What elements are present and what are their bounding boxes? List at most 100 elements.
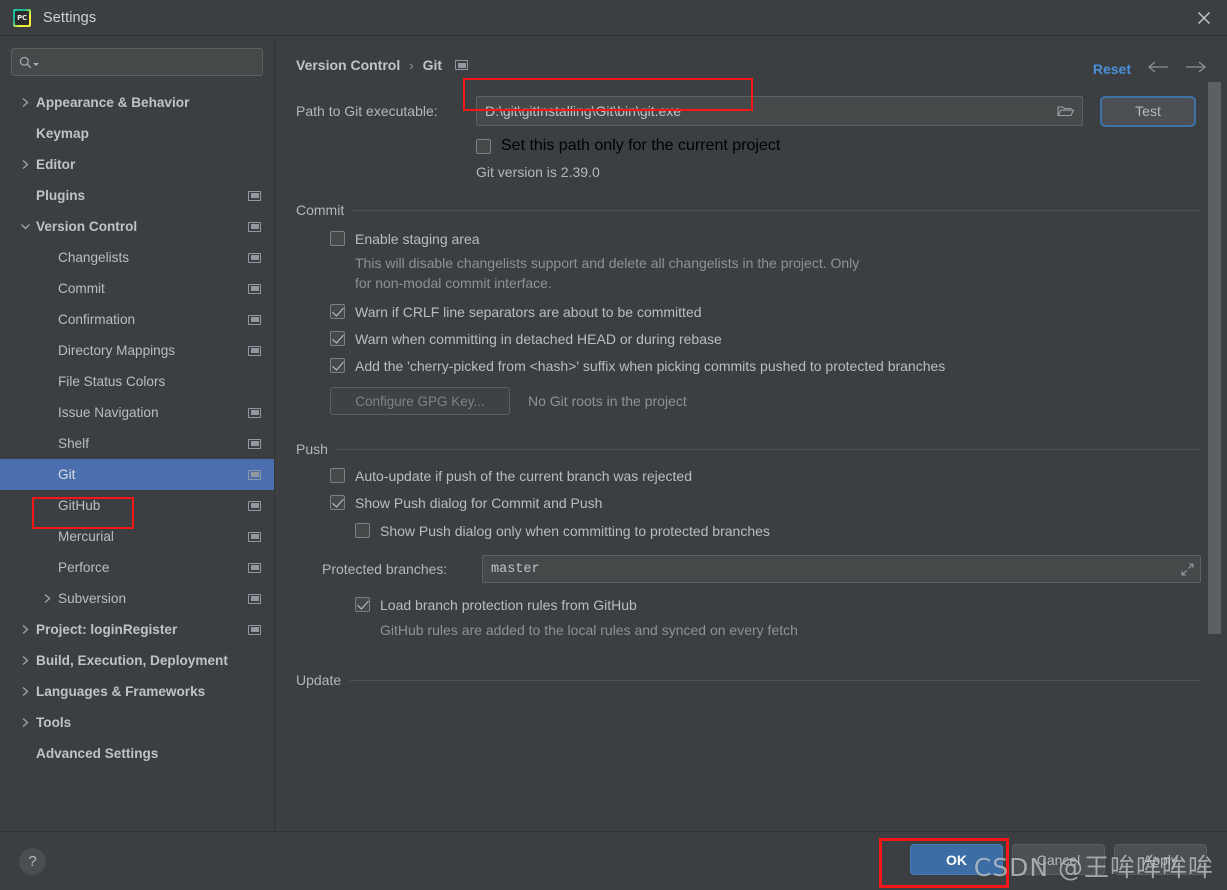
commit-option-row: Add the 'cherry-picked from <hash>' suff… [330, 358, 1201, 374]
sidebar-item-label: Advanced Settings [36, 746, 159, 761]
load-branch-rules-checkbox[interactable] [355, 597, 370, 612]
sidebar-item-changelists[interactable]: Changelists [0, 242, 274, 273]
sidebar-item-shelf[interactable]: Shelf [0, 428, 274, 459]
sidebar-item-editor[interactable]: Editor [0, 149, 274, 180]
sidebar-item-label: Changelists [58, 250, 130, 265]
pycharm-icon: PC [13, 8, 31, 27]
project-scope-badge-icon [248, 562, 261, 573]
sidebar-item-github[interactable]: GitHub [0, 490, 274, 521]
project-scope-badge-icon [248, 345, 261, 356]
sidebar-item-directory-mappings[interactable]: Directory Mappings [0, 335, 274, 366]
commit-section-header: Commit [296, 202, 1201, 218]
chevron-right-icon[interactable] [18, 716, 32, 730]
expand-icon[interactable] [1174, 562, 1200, 576]
sidebar-item-label: Perforce [58, 560, 110, 575]
search-icon [19, 56, 32, 69]
enable-staging-label: Enable staging area [355, 231, 480, 247]
close-icon[interactable] [1181, 0, 1227, 35]
sidebar-item-version-control[interactable]: Version Control [0, 211, 274, 242]
sidebar-item-advanced-settings[interactable]: Advanced Settings [0, 738, 274, 769]
project-scope-badge-icon [248, 438, 261, 449]
sidebar-item-label: Directory Mappings [58, 343, 176, 358]
chevron-right-icon[interactable] [18, 654, 32, 668]
push-option-label: Auto-update if push of the current branc… [355, 468, 692, 484]
chevron-right-icon[interactable] [18, 96, 32, 110]
push-dialog-protected-checkbox[interactable] [355, 523, 370, 538]
dialog-body: Appearance & Behavior Keymap Editor Plugins… [0, 36, 1227, 832]
load-branch-rules-row: Load branch protection rules from GitHub [355, 597, 1201, 613]
help-button[interactable]: ? [19, 847, 46, 875]
path-only-project-row: Set this path only for the current proje… [476, 137, 1201, 155]
search-input[interactable] [39, 53, 255, 71]
reset-link[interactable]: Reset [1093, 61, 1131, 77]
search-container [0, 36, 274, 83]
chevron-right-icon[interactable] [18, 158, 32, 172]
arrow-right-icon[interactable] [1185, 60, 1207, 78]
project-scope-badge-icon [248, 593, 261, 604]
path-only-project-label: Set this path only for the current proje… [501, 137, 781, 154]
chevron-right-icon[interactable] [18, 685, 32, 699]
main-scrollbar[interactable] [1208, 82, 1221, 634]
test-button[interactable]: Test [1100, 95, 1196, 127]
commit-option-checkbox[interactable] [330, 358, 345, 373]
chevron-right-icon[interactable] [40, 592, 54, 606]
chevron-right-icon[interactable] [18, 623, 32, 637]
commit-option-label: Add the 'cherry-picked from <hash>' suff… [355, 358, 946, 374]
sidebar-item-label: Mercurial [58, 529, 114, 544]
commit-section-title: Commit [296, 202, 345, 218]
folder-icon[interactable] [1048, 97, 1082, 125]
section-divider [336, 448, 1201, 450]
protected-branches-field[interactable] [482, 555, 1201, 583]
scrollbar-thumb[interactable] [1208, 82, 1221, 634]
settings-window: PC Settings Appearance & Behavior Keymap E… [0, 0, 1227, 890]
search-box[interactable] [11, 48, 263, 76]
load-branch-rules-description: GitHub rules are added to the local rule… [380, 622, 798, 638]
git-path-field[interactable] [476, 96, 1083, 126]
sidebar-item-languages-frameworks[interactable]: Languages & Frameworks [0, 676, 274, 707]
sidebar-item-commit[interactable]: Commit [0, 273, 274, 304]
push-option-checkbox[interactable] [330, 468, 345, 483]
sidebar-item-keymap[interactable]: Keymap [0, 118, 274, 149]
sidebar-item-build-execution-deployment[interactable]: Build, Execution, Deployment [0, 645, 274, 676]
enable-staging-checkbox[interactable] [330, 231, 345, 246]
breadcrumb-separator: › [409, 57, 414, 73]
arrow-left-icon[interactable] [1147, 60, 1169, 78]
project-scope-badge-icon [248, 190, 261, 201]
commit-option-label: Warn when committing in detached HEAD or… [355, 331, 722, 347]
protected-branches-input[interactable] [483, 560, 1174, 578]
commit-option-checkbox[interactable] [330, 304, 345, 319]
breadcrumb-parent[interactable]: Version Control [296, 57, 400, 73]
sidebar-item-git[interactable]: Git [0, 459, 274, 490]
configure-gpg-key-button[interactable]: Configure GPG Key... [330, 387, 510, 415]
sidebar-item-plugins[interactable]: Plugins [0, 180, 274, 211]
enable-staging-row: Enable staging area [330, 231, 1201, 247]
commit-option-checkbox[interactable] [330, 331, 345, 346]
sidebar-item-label: Issue Navigation [58, 405, 159, 420]
sidebar-item-confirmation[interactable]: Confirmation [0, 304, 274, 335]
settings-tree: Appearance & Behavior Keymap Editor Plugins… [0, 83, 274, 769]
chevron-down-icon[interactable] [18, 220, 32, 234]
push-option-checkbox[interactable] [330, 495, 345, 510]
git-version-row: Git version is 2.39.0 [476, 164, 1201, 180]
sidebar-item-label: Subversion [58, 591, 127, 606]
sidebar-item-mercurial[interactable]: Mercurial [0, 521, 274, 552]
sidebar-item-label: Project: loginRegister [36, 622, 178, 637]
title-bar: PC Settings [0, 0, 1227, 36]
project-scope-badge-icon [248, 252, 261, 263]
sidebar-item-tools[interactable]: Tools [0, 707, 274, 738]
sidebar-item-file-status-colors[interactable]: File Status Colors [0, 366, 274, 397]
path-only-project-checkbox[interactable] [476, 138, 491, 154]
commit-options: Warn if CRLF line separators are about t… [296, 304, 1201, 374]
sidebar-item-appearance-behavior[interactable]: Appearance & Behavior [0, 87, 274, 118]
git-path-input[interactable] [477, 102, 1048, 120]
sidebar-item-subversion[interactable]: Subversion [0, 583, 274, 614]
project-scope-badge-icon [248, 407, 261, 418]
sidebar-item-project-loginregister[interactable]: Project: loginRegister [0, 614, 274, 645]
sidebar-item-issue-navigation[interactable]: Issue Navigation [0, 397, 274, 428]
project-scope-badge-icon [248, 624, 261, 635]
push-section-header: Push [296, 441, 1201, 457]
section-divider [353, 209, 1201, 211]
push-dialog-protected-label: Show Push dialog only when committing to… [380, 523, 770, 539]
sidebar-item-perforce[interactable]: Perforce [0, 552, 274, 583]
breadcrumb-current: Git [422, 57, 443, 73]
